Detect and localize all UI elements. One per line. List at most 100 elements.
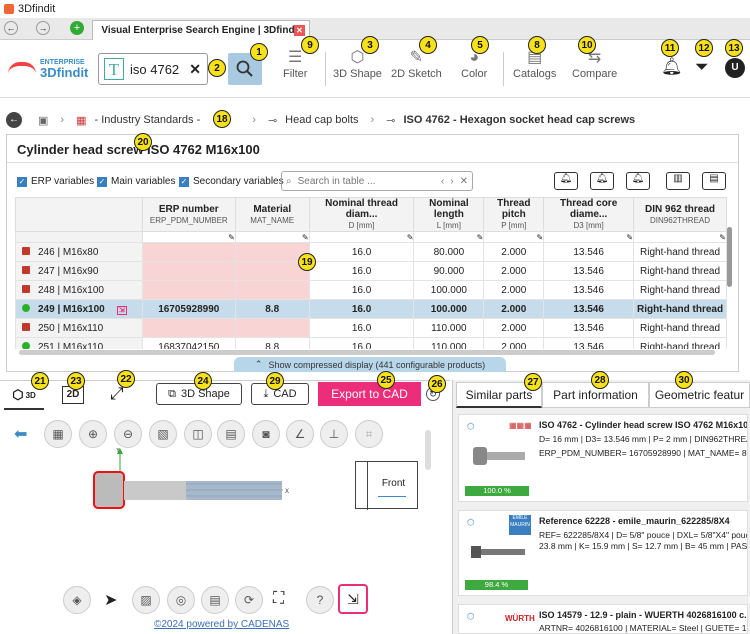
search-input[interactable]: iso 4762 (130, 62, 189, 77)
list-icon[interactable]: ▤ (201, 586, 229, 614)
brand-logo[interactable]: ENTERPRISE 3Dfindit (8, 58, 88, 79)
funnel-icon[interactable]: ⏷ (695, 57, 709, 77)
back-icon[interactable]: ← (4, 21, 18, 35)
export-table-button[interactable]: ▤ (702, 172, 726, 190)
prev-icon[interactable]: ‹ (441, 176, 444, 187)
compressed-display-toggle[interactable]: ⌃ Show compressed display (441 configurab… (234, 357, 506, 372)
erp-cell (141, 280, 236, 300)
breadcrumb-item-standards[interactable]: - Industry Standards - (94, 114, 200, 126)
filter-cell[interactable]: ✎ (413, 231, 485, 243)
col-core[interactable]: Thread core diame... D3 [mm] (543, 197, 635, 232)
back-circle-icon[interactable]: ← (6, 112, 22, 128)
col-material-title: Material (253, 203, 292, 215)
card-line-1: D= 16 mm | D3= 13.546 mm | P= 2 mm | DIN… (539, 434, 747, 444)
notify-button-1[interactable]: 🔔︎ (554, 172, 578, 190)
wireframe-icon[interactable]: ◈ (63, 586, 91, 614)
sliders-icon: ☰ (288, 49, 303, 66)
export-to-cad-button[interactable]: Export to CAD (318, 382, 421, 406)
filter-button[interactable]: ☰ Filter (283, 48, 307, 80)
clear-search-icon[interactable]: ✕ (189, 61, 201, 78)
viewer-scrollbar[interactable] (425, 430, 431, 470)
similar-part-card[interactable]: ⬡ WÜRTH ISO 14579 - 12.9 - plain - WUERT… (458, 604, 748, 634)
bell-icon[interactable]: 🔔︎ (661, 57, 683, 77)
compare-button[interactable]: ⇆ Compare (572, 48, 617, 80)
export-icon[interactable]: ⇲ (338, 584, 368, 614)
breadcrumb-item-head-cap[interactable]: Head cap bolts (285, 114, 358, 126)
table-search-input[interactable]: Search in table ... (298, 176, 441, 187)
callout-8: 8 (528, 36, 546, 54)
footer-powered-by[interactable]: ©2024 powered by CADENAS (154, 619, 289, 630)
secondary-variables-checkbox[interactable]: ✓ Secondary variables (179, 176, 284, 187)
col-material[interactable]: Material MAT_NAME (234, 197, 310, 232)
notify-button-3[interactable]: 🔔︎ (626, 172, 650, 190)
avatar[interactable]: U (725, 58, 745, 78)
part-thumbnail (467, 437, 531, 477)
col-pitch[interactable]: Thread pitch P [mm] (483, 197, 545, 232)
zoom-fit-icon[interactable]: ⊕ (79, 420, 107, 448)
main-variables-checkbox[interactable]: ✓ Main variables (97, 176, 175, 187)
table-view-icon[interactable]: ▤ (217, 420, 245, 448)
col-thread[interactable]: DIN 962 thread DIN962THREAD (633, 197, 727, 232)
col-length-sub: L [mm] (436, 221, 461, 230)
filter-cell[interactable]: ✎ (483, 231, 545, 243)
col-length[interactable]: Nominal length L [mm] (413, 197, 485, 232)
home-icon[interactable]: ▣ (38, 114, 48, 127)
help-icon[interactable]: ? (306, 586, 334, 614)
new-tab-icon[interactable]: + (70, 21, 84, 35)
filter-cell[interactable]: ✎ (633, 231, 727, 243)
filter-cell[interactable]: ✎ (308, 231, 415, 243)
zoom-icon[interactable]: ⊖ (114, 420, 142, 448)
similar-part-card[interactable]: ⬡ ▦▦▦ ISO 4762 - Cylinder head screw ISO… (458, 414, 748, 502)
home-view-icon[interactable]: ⬅ (14, 424, 27, 444)
table-row[interactable]: 250 | M16x110 16.0 110.000 2.000 13.546 Right… (15, 318, 727, 338)
callout-13: 13 (725, 39, 743, 57)
view-cube[interactable]: Front (355, 461, 418, 510)
cylinder-icon[interactable]: ◎ (167, 586, 195, 614)
similar-part-card[interactable]: ⬡ EMILE MAURIN Reference 62228 - emile_ma… (458, 510, 748, 596)
card-line-2: ERP_PDM_NUMBER= 16705928990 | MAT_NAME= … (539, 448, 748, 458)
notify-button-2[interactable]: 🔔︎ (590, 172, 614, 190)
erp-variables-checkbox[interactable]: ✓ ERP variables (17, 176, 94, 187)
measure-angle-icon[interactable]: ∠ (286, 420, 314, 448)
forward-icon[interactable]: → (36, 21, 50, 35)
window-title-bar: 3Dfindit (0, 0, 750, 18)
close-icon[interactable]: ✕ (460, 176, 468, 187)
filter-cell[interactable]: ✎ (141, 231, 236, 243)
col-diameter[interactable]: Nominal thread diam... D [mm] (308, 197, 415, 232)
3d-shape-button[interactable]: ⬡ 3D Shape (333, 48, 382, 80)
table-scroll-area[interactable]: ERP number ERP_PDM_NUMBER Material MAT_NAM… (15, 197, 727, 349)
browser-tab[interactable]: Visual Enterprise Search Engine | 3Dfind… (92, 20, 310, 40)
database-button[interactable]: ▥ (666, 172, 690, 190)
screw-3d-model[interactable]: Y X (80, 448, 300, 534)
table-row[interactable]: 248 | M16x100 16.0 100.000 2.000 13.546 Right… (15, 280, 727, 300)
pointer-icon[interactable]: ➤ (104, 590, 117, 610)
erp-cell (141, 261, 236, 281)
shaded-icon[interactable]: ▧ (149, 420, 177, 448)
table-row[interactable]: 246 | M16x80 16.0 80.000 2.000 13.546 Right-h… (15, 242, 727, 262)
col-thread-title: DIN 962 thread (645, 203, 716, 215)
explode-icon[interactable]: ⌗ (355, 420, 383, 448)
horizontal-scrollbar[interactable] (19, 350, 715, 355)
close-tab-icon[interactable]: ✕ (294, 25, 305, 36)
next-icon[interactable]: › (450, 176, 453, 187)
table-row[interactable]: 251 | M16x110 16837042150 8.8 16.0 110.000 2.… (15, 337, 727, 349)
table-row[interactable]: 249 | M16x100 ⇲ 16705928990 8.8 16.0 100.000 2… (15, 299, 727, 319)
fullscreen-icon[interactable]: ⛶ (273, 590, 284, 608)
render-mode-icon[interactable]: ▦ (44, 420, 72, 448)
2d-sketch-button[interactable]: ✎ 2D Sketch (391, 48, 442, 80)
diameter-cell: 16.0 (308, 242, 415, 262)
camera-icon[interactable]: ◙ (252, 420, 280, 448)
rotate-icon[interactable]: ⟳ (235, 586, 263, 614)
filter-cell[interactable]: ✎ (543, 231, 635, 243)
search-box[interactable]: T iso 4762 ✕ (98, 53, 208, 85)
filter-cell[interactable]: ✎ (234, 231, 310, 243)
tab-geometric-features[interactable]: Geometric featur (649, 382, 750, 408)
vertical-scrollbar[interactable] (727, 227, 732, 287)
col-erp[interactable]: ERP number ERP_PDM_NUMBER (141, 197, 236, 232)
hatch-icon[interactable]: ▨ (132, 586, 160, 614)
table-search-box[interactable]: ⌕ Search in table ... ‹ › ✕ (281, 171, 473, 191)
cad-link-icon[interactable]: ⇲ (116, 305, 127, 315)
section-icon[interactable]: ◫ (184, 420, 212, 448)
table-row[interactable]: 247 | M16x90 16.0 90.000 2.000 13.546 Right-h… (15, 261, 727, 281)
axes-icon[interactable]: ⊥ (320, 420, 348, 448)
